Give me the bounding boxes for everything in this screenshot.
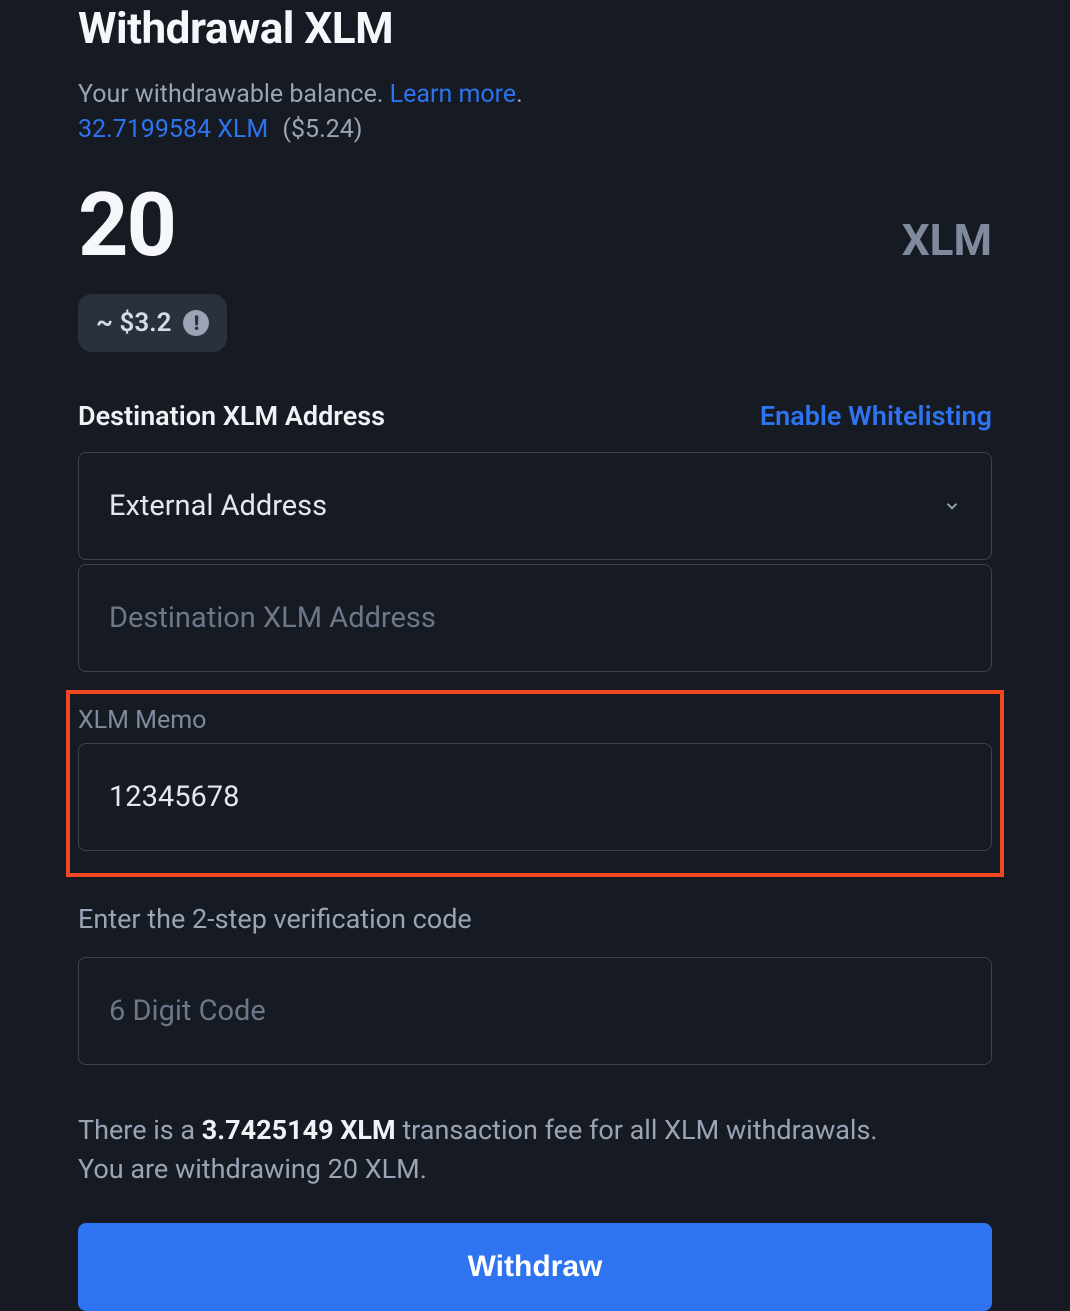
approx-usd-text: ~ $3.2 [96,308,171,338]
fee-notice: There is a 3.7425149 XLM transaction fee… [78,1111,992,1189]
fee-suffix1: transaction fee for all XLM withdrawals. [396,1114,878,1146]
approx-usd-badge: ~ $3.2 ! [78,294,227,352]
subtitle-text: Your withdrawable balance. [78,80,390,109]
fee-suffix2: You are withdrawing 20 XLM. [78,1153,427,1185]
learn-more-link[interactable]: Learn more [390,80,516,109]
withdraw-button[interactable]: Withdraw [78,1223,992,1311]
withdrawal-amount[interactable]: 20 [78,182,175,270]
memo-input[interactable] [78,743,992,851]
page-title: Withdrawal XLM [78,0,992,54]
chevron-down-icon [943,497,961,515]
verification-label: Enter the 2-step verification code [78,903,992,935]
memo-highlight-box: XLM Memo [66,690,1004,877]
fee-amount: 3.7425149 XLM [202,1114,396,1146]
dropdown-selected-text: External Address [109,489,327,523]
balance-amount-link[interactable]: 32.7199584 XLM [78,115,268,144]
enable-whitelisting-link[interactable]: Enable Whitelisting [760,400,992,432]
balance-usd: ($5.24) [282,115,362,144]
currency-label: XLM [902,214,992,266]
destination-address-input[interactable] [78,564,992,672]
fee-prefix: There is a [78,1114,202,1146]
info-icon[interactable]: ! [183,310,209,336]
address-type-dropdown[interactable]: External Address [78,452,992,560]
verification-code-input[interactable] [78,957,992,1065]
memo-label: XLM Memo [78,706,992,735]
subtitle-suffix: . [516,80,523,109]
destination-label: Destination XLM Address [78,400,385,432]
